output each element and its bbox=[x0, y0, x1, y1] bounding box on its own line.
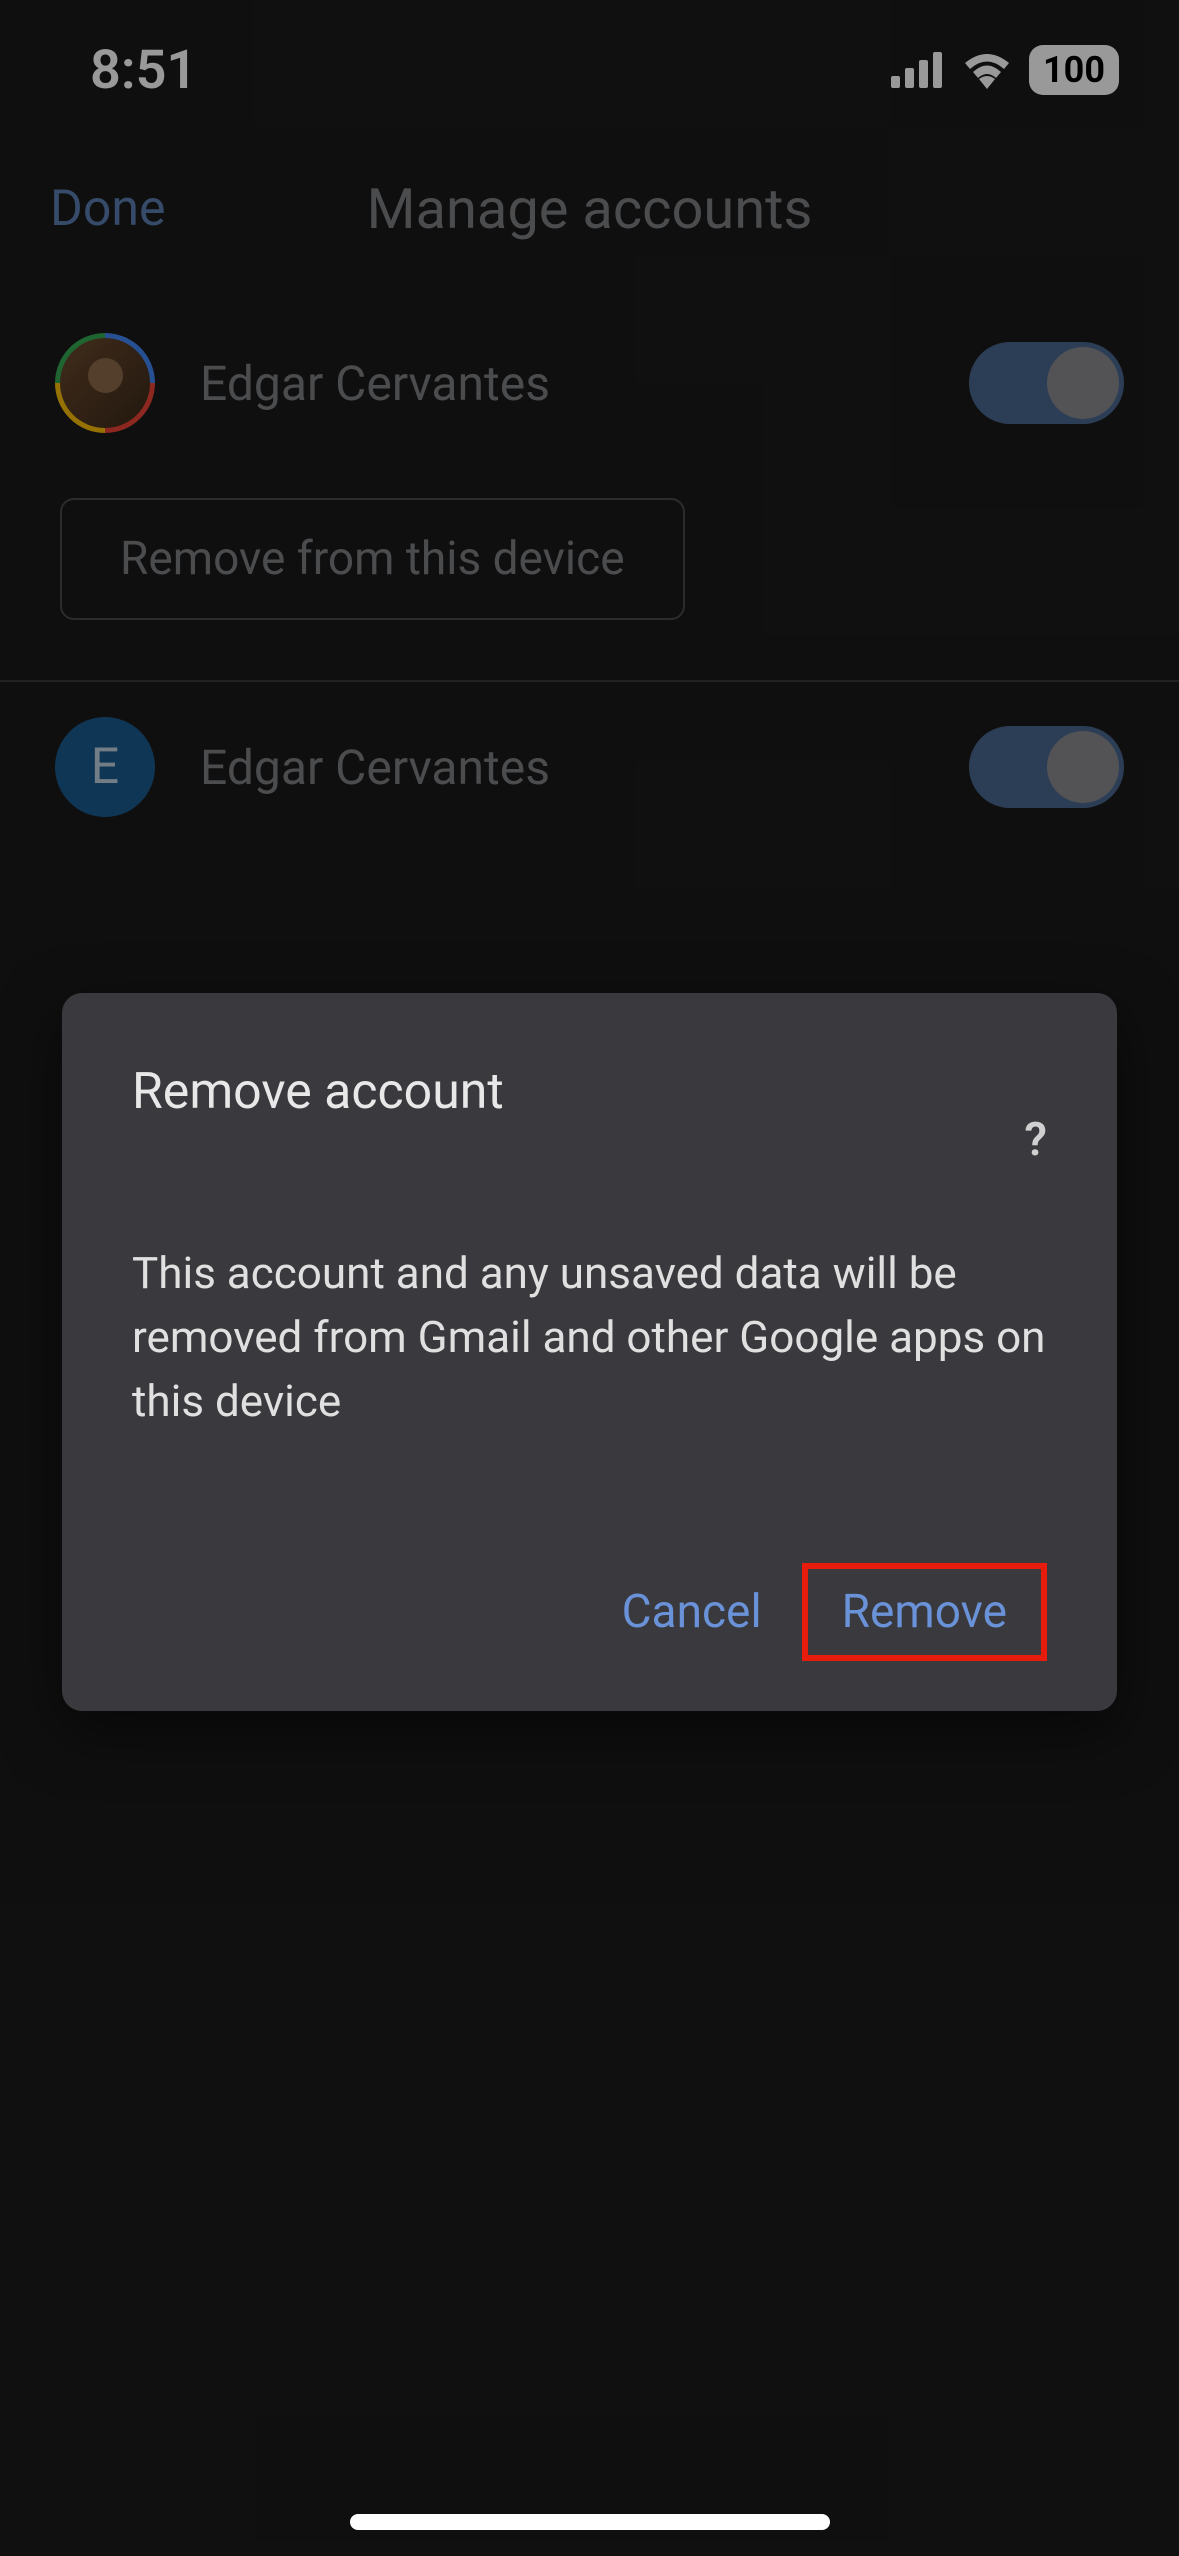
wifi-icon bbox=[961, 51, 1013, 89]
done-button[interactable]: Done bbox=[50, 180, 165, 238]
avatar-photo bbox=[60, 338, 150, 428]
avatar[interactable]: E bbox=[55, 717, 155, 817]
dialog-actions: Cancel Remove bbox=[132, 1563, 1047, 1661]
help-icon[interactable]: ? bbox=[1024, 1113, 1047, 1167]
page-title: Manage accounts bbox=[367, 176, 813, 242]
remove-account-dialog: Remove account ? This account and any un… bbox=[62, 993, 1117, 1711]
dialog-body: This account and any unsaved data will b… bbox=[132, 1242, 1047, 1433]
account-row: Edgar Cervantes bbox=[0, 298, 1179, 468]
cancel-button[interactable]: Cancel bbox=[592, 1569, 792, 1655]
dialog-header: Remove account ? bbox=[132, 1063, 1047, 1167]
status-indicators: 100 bbox=[891, 45, 1119, 95]
account-toggle[interactable] bbox=[969, 726, 1124, 808]
status-time: 8:51 bbox=[90, 39, 197, 102]
avatar[interactable] bbox=[55, 333, 155, 433]
account-toggle[interactable] bbox=[969, 342, 1124, 424]
remove-from-device-button[interactable]: Remove from this device bbox=[60, 498, 685, 620]
cellular-icon bbox=[891, 52, 945, 88]
account-name: Edgar Cervantes bbox=[200, 355, 924, 412]
account-name: Edgar Cervantes bbox=[200, 739, 924, 796]
dialog-title: Remove account bbox=[132, 1063, 504, 1121]
home-indicator[interactable] bbox=[350, 2514, 830, 2530]
battery-indicator: 100 bbox=[1029, 45, 1119, 95]
status-bar: 8:51 100 bbox=[0, 0, 1179, 140]
remove-button-container: Remove from this device bbox=[0, 468, 1179, 680]
account-row: E Edgar Cervantes bbox=[0, 682, 1179, 852]
remove-button[interactable]: Remove bbox=[802, 1563, 1047, 1661]
header: Done Manage accounts bbox=[0, 140, 1179, 298]
